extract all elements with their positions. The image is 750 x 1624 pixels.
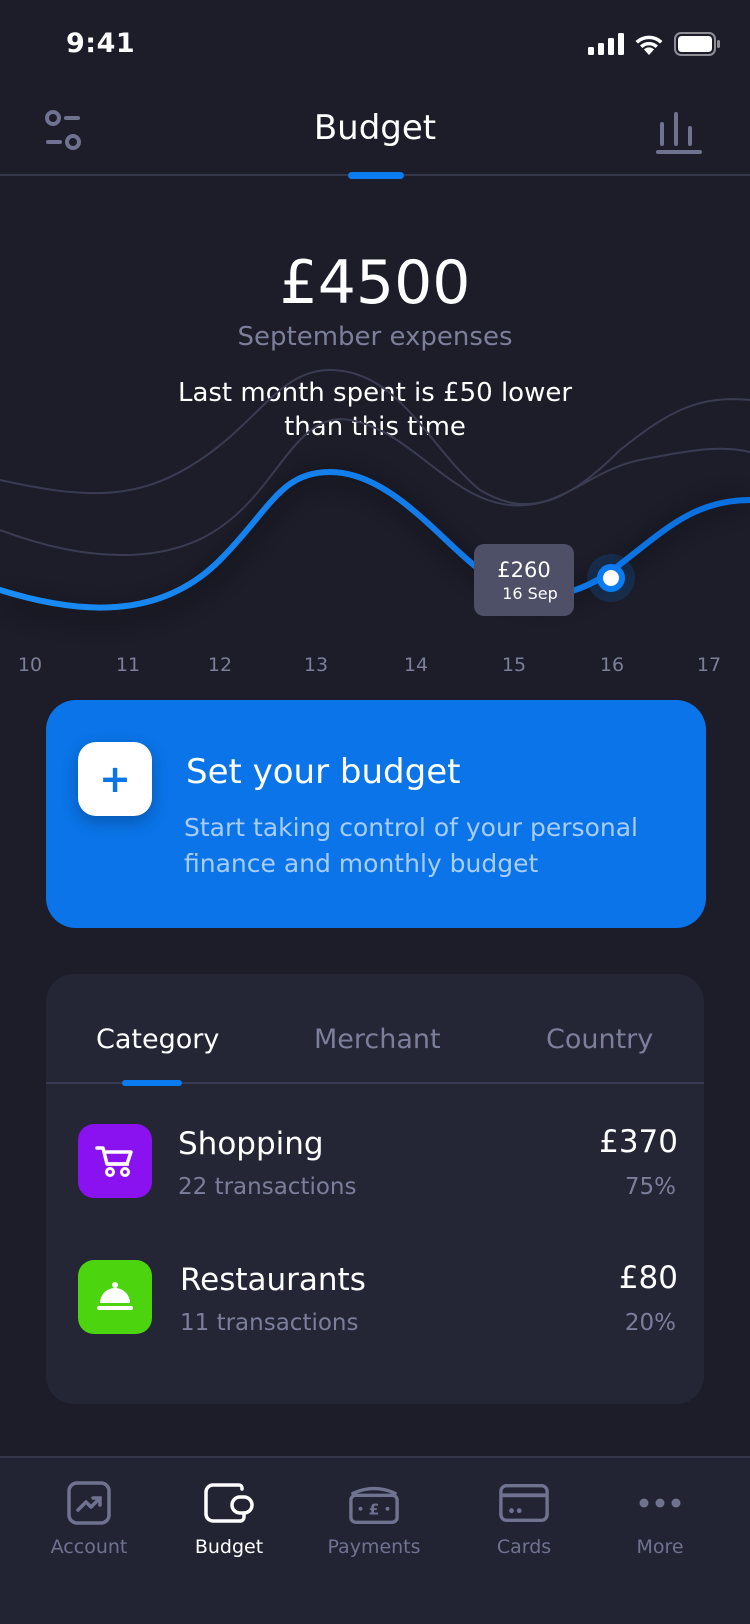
category-name: Restaurants (180, 1262, 366, 1298)
current-line-shadow (0, 469, 750, 621)
nav-cards[interactable]: Cards (449, 1458, 599, 1578)
expenses-period-label: September expenses (237, 322, 513, 352)
battery-icon (674, 32, 720, 56)
tab-active-indicator (122, 1080, 182, 1086)
nav-account[interactable]: Account (14, 1458, 164, 1578)
total-expenses-amount: £4500 (279, 248, 471, 318)
wallet-icon (203, 1480, 255, 1526)
nav-payments[interactable]: £ Payments (299, 1458, 449, 1578)
tooltip-value: £260 (497, 558, 551, 582)
chart-tooltip: £260 16 Sep (474, 544, 574, 616)
transaction-count: 22 transactions (178, 1174, 357, 1200)
nav-label: Budget (194, 1536, 264, 1558)
category-amount: £80 (618, 1260, 678, 1296)
nav-label: Cards (496, 1536, 552, 1558)
nav-budget[interactable]: Budget (154, 1458, 304, 1578)
category-name: Shopping (178, 1126, 324, 1162)
x-tick: 16 (599, 654, 625, 676)
card-icon (498, 1480, 550, 1526)
tooltip-date: 16 Sep (502, 584, 558, 603)
bottom-navigation: Account Budget £ Payments Cards More (0, 1456, 750, 1624)
category-amount: £370 (599, 1124, 678, 1160)
nav-label: Payments (327, 1536, 421, 1558)
x-tick: 11 (115, 654, 141, 676)
page-title: Budget (313, 108, 437, 148)
set-budget-card[interactable]: + Set your budget Start taking control o… (46, 700, 706, 928)
x-tick: 12 (207, 654, 233, 676)
budget-card-title: Set your budget (186, 752, 461, 792)
tab-country[interactable]: Country (546, 1024, 653, 1055)
x-tick: 13 (303, 654, 329, 676)
budget-card-description: Start taking control of your personal fi… (184, 813, 638, 878)
shopping-cart-icon (78, 1124, 152, 1198)
add-budget-button[interactable]: + (78, 742, 152, 816)
category-percent: 20% (624, 1310, 676, 1336)
selected-point[interactable] (597, 564, 625, 592)
wifi-icon (635, 35, 663, 55)
more-icon (634, 1480, 686, 1526)
header-active-indicator (348, 172, 404, 179)
account-icon (63, 1480, 115, 1526)
bar-chart-icon[interactable] (656, 110, 704, 156)
x-tick: 17 (696, 654, 722, 676)
x-tick: 14 (403, 654, 429, 676)
transaction-count: 11 transactions (180, 1310, 359, 1336)
status-time: 9:41 (66, 28, 136, 59)
list-item[interactable]: Restaurants 11 transactions £80 20% (46, 1260, 704, 1350)
x-tick: 15 (501, 654, 527, 676)
nav-more[interactable]: More (585, 1458, 735, 1578)
payments-icon: £ (348, 1480, 400, 1526)
nav-label: Account (50, 1536, 128, 1558)
expenses-line-chart[interactable] (0, 350, 750, 670)
x-tick: 10 (17, 654, 43, 676)
list-item[interactable]: Shopping 22 transactions £370 75% (46, 1124, 704, 1214)
spending-breakdown-card: Category Merchant Country Shopping 22 tr… (46, 974, 704, 1404)
status-icons (588, 32, 720, 56)
cloche-icon (78, 1260, 152, 1334)
tab-category[interactable]: Category (96, 1024, 219, 1055)
tab-merchant[interactable]: Merchant (314, 1024, 441, 1055)
nav-label: More (636, 1536, 684, 1558)
svg-text:£: £ (369, 1501, 380, 1519)
category-percent: 75% (624, 1174, 676, 1200)
signal-icon (588, 33, 624, 55)
